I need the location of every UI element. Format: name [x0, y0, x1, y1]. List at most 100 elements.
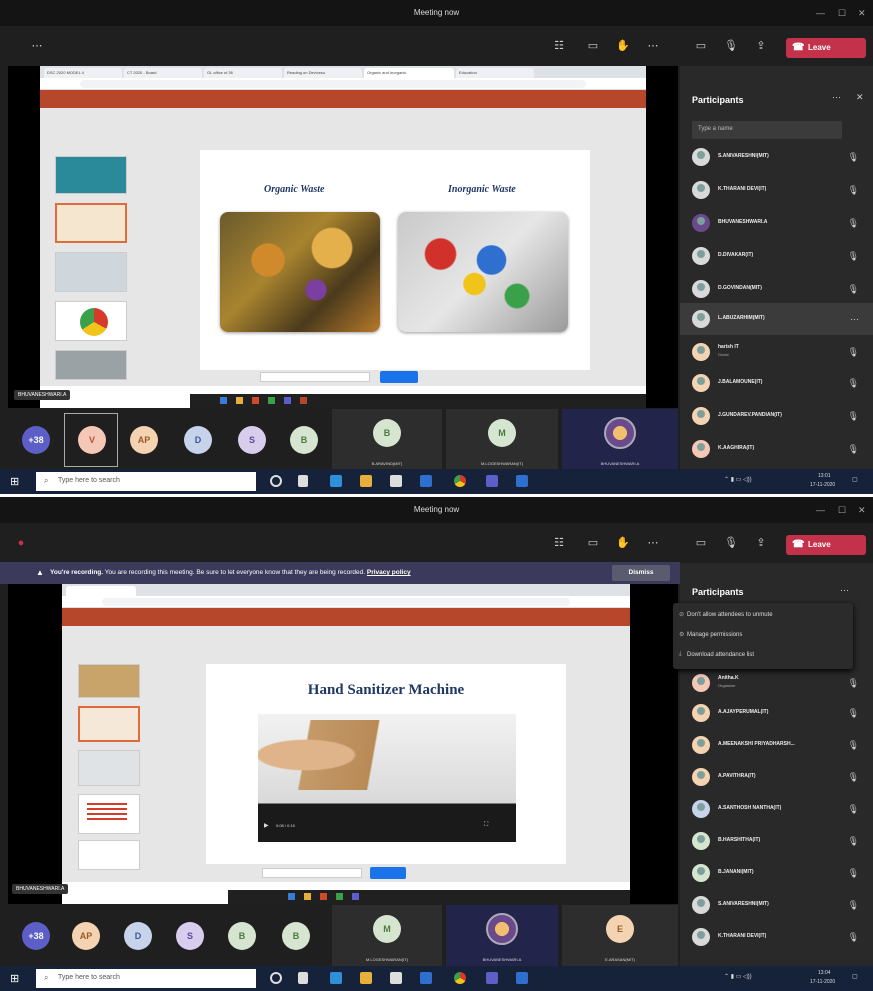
clock-date[interactable]: 17-11-2020	[810, 482, 835, 488]
mail-icon[interactable]	[420, 475, 432, 487]
participant-row[interactable]: J.GUNDAREV.PANDIAN(IT) 🎙	[680, 400, 873, 432]
participant-row[interactable]: A.PAVITHRA(IT) 🎙	[680, 761, 873, 793]
chrome-icon[interactable]	[454, 475, 466, 487]
share-screen-icon[interactable]: ⇪	[754, 536, 768, 550]
slide-thumbnail-selected[interactable]	[55, 203, 127, 243]
participant-avatar[interactable]: B	[290, 426, 318, 454]
task-view-icon[interactable]	[298, 972, 308, 984]
slide-thumbnail[interactable]	[55, 350, 127, 380]
participant-row[interactable]: BHUVANESHWARI.A 🎙	[680, 207, 873, 239]
taskbar-search-input[interactable]: Type here to search	[36, 472, 256, 491]
notifications-icon[interactable]: ▢	[852, 973, 858, 980]
slide-thumbnail[interactable]	[78, 794, 140, 834]
browser-tab-active[interactable]: Organic and Inorganic	[364, 68, 454, 78]
browser-tab[interactable]: Education	[456, 68, 534, 78]
app-icon[interactable]	[516, 972, 528, 984]
browser-tab[interactable]: Reading on Deviceso	[284, 68, 362, 78]
video-player[interactable]: ▶ 0:08 / 0:15 ⛶	[258, 714, 516, 842]
edge-icon[interactable]	[330, 475, 342, 487]
participant-tile[interactable]: E E.ARASAN(MIT)	[562, 905, 678, 967]
participants-icon[interactable]: ☷	[552, 536, 566, 550]
more-options-icon[interactable]: ⋯	[840, 585, 849, 596]
participant-avatar[interactable]: AP	[72, 922, 100, 950]
participant-row[interactable]: S.ANIVARESHNI(MIT) 🎙	[680, 889, 873, 921]
fullscreen-icon[interactable]: ⛶	[484, 822, 488, 829]
more-actions-icon[interactable]: ⋯	[646, 39, 660, 53]
clock-time[interactable]: 13:04	[818, 970, 831, 976]
clock-time[interactable]: 13:01	[818, 473, 831, 479]
participant-avatar[interactable]: B	[282, 922, 310, 950]
mic-off-icon[interactable]: 🎙	[724, 536, 738, 550]
system-tray-icons[interactable]: ⌃ ▮ ▭ ◁))	[724, 973, 752, 980]
maximize-icon[interactable]: ☐	[838, 0, 846, 26]
raise-hand-icon[interactable]: ✋	[616, 39, 630, 53]
participant-avatar[interactable]: D	[184, 426, 212, 454]
stop-sharing-button[interactable]	[380, 371, 418, 383]
participant-row[interactable]: Anitha.K Organizer 🎙	[680, 667, 873, 699]
mail-icon[interactable]	[420, 972, 432, 984]
share-screen-icon[interactable]: ⇪	[754, 39, 768, 53]
mic-off-icon[interactable]: 🎙	[724, 39, 738, 53]
teams-icon[interactable]	[486, 475, 498, 487]
system-tray-icons[interactable]: ⌃ ▮ ▭ ◁))	[724, 476, 752, 483]
chat-icon[interactable]: ▭	[586, 39, 600, 53]
dismiss-button[interactable]: Dismiss	[612, 565, 670, 581]
participant-search-input[interactable]: Type a name	[692, 121, 842, 139]
slide-thumbnail[interactable]	[78, 664, 140, 698]
slide-thumbnail[interactable]	[78, 840, 140, 870]
privacy-policy-link[interactable]: Privacy policy	[367, 569, 411, 576]
participant-row[interactable]: A.SANTHOSH NANTHA(IT) 🎙	[680, 793, 873, 825]
participant-tile[interactable]: M M.LOGESHWARAN(IT)	[332, 905, 442, 967]
participants-icon[interactable]: ☷	[552, 39, 566, 53]
notifications-icon[interactable]: ▢	[852, 476, 858, 483]
participant-row-hovered[interactable]: L.ABUZARHIM(MIT) ⋯	[680, 303, 873, 335]
participant-row[interactable]: J.BALAMOUNE(IT) 🎙	[680, 367, 873, 399]
leave-button[interactable]: ☎ Leave	[786, 535, 866, 555]
address-bar[interactable]	[62, 596, 630, 608]
more-participants-avatar[interactable]: +38	[22, 922, 50, 950]
participant-avatar[interactable]: V	[78, 426, 106, 454]
participant-row[interactable]: D.DIVAKAR(IT) 🎙	[680, 240, 873, 272]
participant-row[interactable]: K.THARANI DEVI(IT) 🎙	[680, 174, 873, 206]
participant-row[interactable]: A.AJAYPERUMAL(IT) 🎙	[680, 697, 873, 729]
address-bar[interactable]	[40, 78, 646, 90]
participant-avatar[interactable]: S	[238, 426, 266, 454]
participant-avatar[interactable]: AP	[130, 426, 158, 454]
participant-row[interactable]: A.MEENAKSHI PRIYADHARSH... 🎙	[680, 729, 873, 761]
participant-row[interactable]: B.HARSHITHA(IT) 🎙	[680, 825, 873, 857]
edge-icon[interactable]	[330, 972, 342, 984]
meeting-info-icon[interactable]: ⋯	[30, 39, 44, 53]
browser-tab[interactable]: CT 2020 - Board	[124, 68, 202, 78]
chat-icon[interactable]: ▭	[586, 536, 600, 550]
menu-item-manage-permissions[interactable]: Manage permissions	[687, 632, 742, 638]
participant-row[interactable]: D.GOVINDAN(MIT) 🎙	[680, 273, 873, 305]
participant-row[interactable]: harish IT Guest 🎙	[680, 336, 873, 368]
chrome-icon[interactable]	[454, 972, 466, 984]
browser-tab[interactable]: GL office of 36	[204, 68, 282, 78]
stop-sharing-button[interactable]	[370, 867, 406, 879]
close-icon[interactable]: ✕	[858, 0, 866, 26]
participant-tile-presenter[interactable]: BHUVANESHWARI.A	[562, 409, 678, 471]
camera-off-icon[interactable]: ▭	[694, 39, 708, 53]
store-icon[interactable]	[390, 972, 402, 984]
menu-item-download-attendance[interactable]: Download attendance list	[687, 652, 754, 658]
close-icon[interactable]: ✕	[858, 497, 866, 523]
participant-row[interactable]: B.JANANI(MIT) 🎙	[680, 857, 873, 889]
browser-tab[interactable]: DSC 2020 MODEL 4	[44, 68, 122, 78]
participant-avatar[interactable]: S	[176, 922, 204, 950]
minimize-icon[interactable]: —	[816, 0, 825, 26]
slide-thumbnail[interactable]	[55, 156, 127, 194]
participant-row[interactable]: S.ANIVARESHNI(MIT) 🎙	[680, 141, 873, 173]
camera-off-icon[interactable]: ▭	[694, 536, 708, 550]
participant-row[interactable]: K.THARANI DEVI(IT) 🎙	[680, 921, 873, 953]
menu-item-dont-allow-unmute[interactable]: Don't allow attendees to unmute	[687, 612, 773, 618]
close-panel-icon[interactable]: ✕	[856, 92, 864, 103]
slide-thumbnail-selected[interactable]	[78, 706, 140, 742]
windows-start-icon[interactable]: ⊞	[10, 972, 19, 985]
task-view-icon[interactable]	[298, 475, 308, 487]
cortana-icon[interactable]	[270, 475, 282, 487]
browser-tab-active[interactable]	[66, 586, 136, 596]
participant-avatar[interactable]: D	[124, 922, 152, 950]
participant-row[interactable]: K.AAGHIRA(IT) 🎙	[680, 433, 873, 465]
more-options-icon[interactable]: ⋯	[832, 92, 841, 103]
